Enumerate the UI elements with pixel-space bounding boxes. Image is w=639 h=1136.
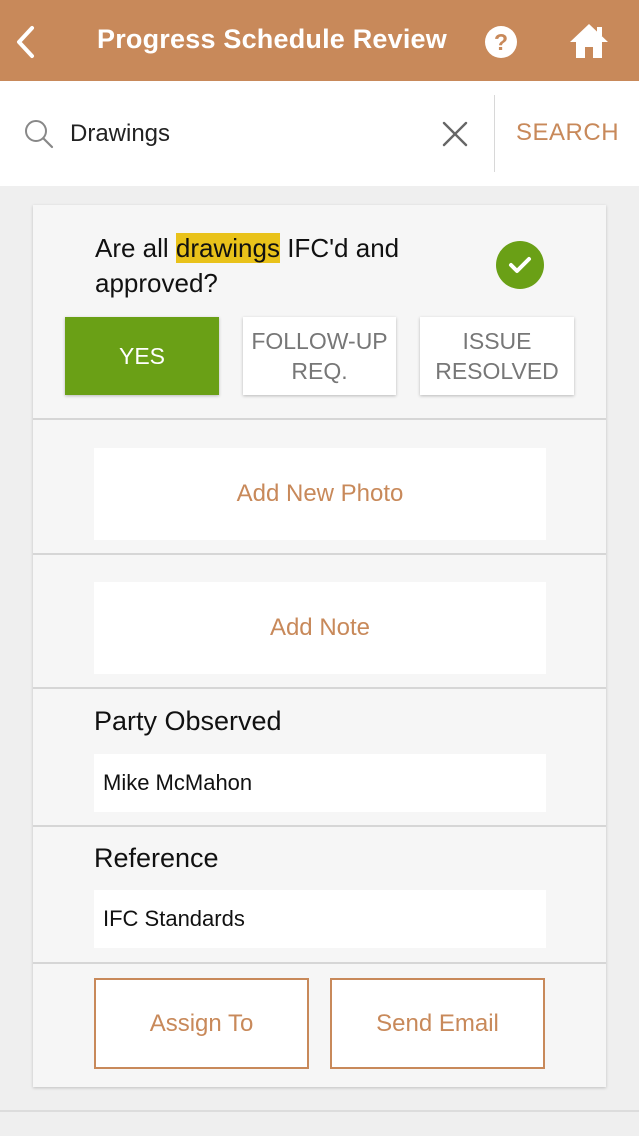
party-observed-field[interactable]: Mike McMahon — [94, 754, 546, 812]
add-photo-button[interactable]: Add New Photo — [94, 448, 546, 540]
yes-option-button[interactable]: YES — [65, 317, 219, 395]
section-divider — [33, 553, 606, 555]
section-divider — [33, 825, 606, 827]
close-icon[interactable] — [440, 119, 470, 149]
help-icon[interactable]: ? — [485, 26, 517, 58]
bottom-divider — [0, 1110, 639, 1112]
section-divider — [33, 418, 606, 420]
checkmark-icon — [496, 241, 544, 289]
home-icon — [570, 24, 608, 58]
search-icon — [25, 120, 54, 149]
section-divider — [33, 962, 606, 964]
back-button[interactable] — [8, 20, 44, 64]
reference-field[interactable]: IFC Standards — [94, 890, 546, 948]
reference-label: Reference — [94, 843, 219, 873]
assign-to-button[interactable]: Assign To — [94, 978, 309, 1069]
question-text-before: Are all — [95, 233, 176, 263]
party-observed-label: Party Observed — [94, 706, 282, 736]
send-email-button[interactable]: Send Email — [330, 978, 545, 1069]
issue-resolved-option-button[interactable]: ISSUE RESOLVED — [420, 317, 574, 395]
question-text: Are all drawings IFC'd and approved? — [95, 231, 425, 301]
page-title: Progress Schedule Review — [97, 24, 447, 54]
search-bar: SEARCH — [0, 81, 639, 186]
search-button[interactable]: SEARCH — [516, 119, 619, 147]
top-bar: Progress Schedule Review ? — [0, 0, 639, 81]
search-divider — [494, 95, 495, 172]
search-input[interactable] — [70, 111, 430, 157]
home-button[interactable] — [568, 22, 610, 60]
section-divider — [33, 687, 606, 689]
search-highlight: drawings — [175, 233, 280, 263]
add-note-button[interactable]: Add Note — [94, 582, 546, 674]
back-arrow-icon — [17, 26, 34, 58]
inspection-card: Are all drawings IFC'd and approved? YES… — [33, 205, 606, 1087]
follow-up-option-button[interactable]: FOLLOW-UP REQ. — [243, 317, 396, 395]
